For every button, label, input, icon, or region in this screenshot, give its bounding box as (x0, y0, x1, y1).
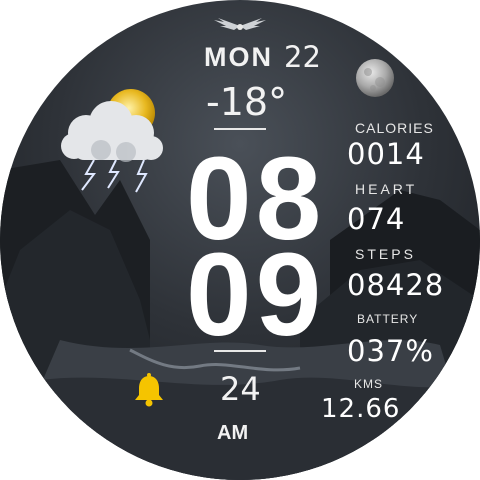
bell-icon[interactable] (132, 373, 166, 407)
divider-bottom (214, 350, 266, 352)
kms-label: KMS (354, 377, 384, 391)
weekday: MON (204, 42, 273, 72)
wings-logo-icon (214, 18, 266, 30)
thunderstorm-sun-icon (61, 89, 163, 193)
battery-value: 037% (347, 334, 434, 368)
steps-label: STEPS (355, 246, 416, 262)
heart-value: 074 (347, 202, 406, 236)
day-number: 22 (284, 40, 321, 74)
moon-phase-icon (356, 59, 394, 97)
seconds: 24 (220, 370, 261, 408)
minutes: 09 (186, 229, 326, 361)
am-pm: AM (217, 422, 249, 444)
kms-value: 12.66 (321, 394, 401, 424)
heart-label: HEART (355, 181, 418, 197)
temperature: -18° (206, 80, 288, 124)
watch-face: MON 22 -18° 08 09 24 AM CALORIES 0014 HE… (0, 0, 480, 480)
calories-value: 0014 (347, 137, 425, 171)
steps-value: 08428 (347, 268, 445, 302)
calories-label: CALORIES (355, 120, 434, 136)
divider-top (214, 128, 266, 130)
battery-label: BATTERY (357, 312, 419, 326)
